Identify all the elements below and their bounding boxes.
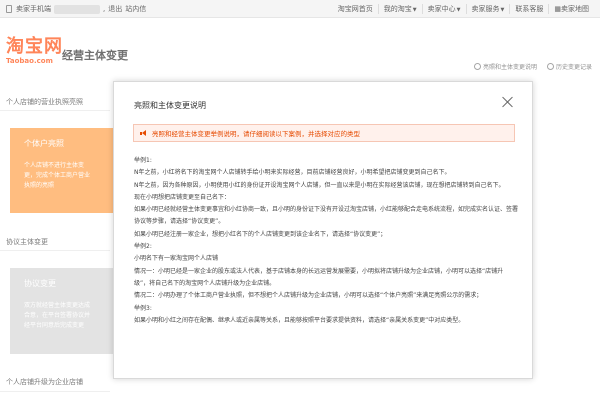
body-line: N年之前，小红将名下的淘宝网个人店铺转手给小明来实际经营，目前店铺经营良好，小明… — [134, 169, 451, 177]
seller-center-link[interactable]: 卖家中心▼ — [421, 4, 466, 14]
chevron-down-icon: ▼ — [500, 7, 505, 13]
dialog-title: 亮照和主体变更说明 — [134, 101, 206, 110]
grid-icon: ▦ — [554, 5, 561, 13]
body-line: 情况二：小明办理了个体工商户营业执照，但不想把个人店铺升级为企业店铺，小明可以选… — [134, 292, 483, 300]
body-line: 协议等步骤，请选择“协议变更”。 — [134, 218, 225, 226]
body-line: 举例1: — [134, 157, 152, 164]
explanation-dialog: 亮照和主体变更说明 亮照和经营主体变更举例说明，请仔细阅读以下案例，并选择对应的… — [113, 81, 533, 379]
body-line: 如果小明和小红之间存在配偶、继承人或近亲属等关系，且能够按照平台要求提供资料，请… — [134, 316, 465, 324]
seller-mobile-link[interactable]: 卖家手机端 — [16, 4, 51, 14]
body-line: 小明名下有一家淘宝网个人店铺 — [134, 255, 219, 263]
body-line: 级”，将自己名下的淘宝网个人店铺升级为企业店铺。 — [134, 279, 276, 287]
speaker-icon — [140, 129, 147, 137]
body-line: 情况一：小明已经是一家企业的股东或法人代表，基于店铺本身的长远运营发展需要，小明… — [134, 267, 504, 275]
dialog-body: 举例1: N年之前，小红将名下的淘宝网个人店铺转手给小明来实际经营，目前店铺经营… — [134, 155, 519, 327]
body-line: 举例3: — [134, 304, 152, 312]
top-nav-bar: 卖家手机端 , 退出 站内信 淘宝网首页 我的淘宝▼ 卖家中心▼ 卖家服务▼ 联… — [0, 0, 600, 18]
chevron-down-icon: ▼ — [456, 7, 461, 13]
body-line: 现在小明想把店铺变更至自己名下： — [134, 193, 231, 201]
phone-icon — [6, 5, 12, 13]
seller-map-link[interactable]: ▦卖家地图 — [548, 4, 594, 14]
messages-link[interactable]: 站内信 — [125, 4, 146, 14]
seller-service-link[interactable]: 卖家服务▼ — [465, 4, 510, 14]
close-icon[interactable] — [502, 96, 514, 108]
my-taobao-link[interactable]: 我的淘宝▼ — [377, 4, 422, 14]
taobao-home-link[interactable]: 淘宝网首页 — [333, 4, 378, 14]
contact-service-link[interactable]: 联系客服 — [509, 4, 548, 14]
body-line: N年之前，因为各种原因，小明使用小红的身份证开设淘宝网个人店铺，但一直以来是小明… — [134, 181, 505, 189]
notice-banner: 亮照和经营主体变更举例说明，请仔细阅读以下案例，并选择对应的类型 — [133, 124, 515, 142]
body-line: 如果小明已经就经营主体变更事宜和小红协商一致，且小明的身份证下没有开设过淘宝店铺… — [134, 206, 519, 214]
username-blurred — [54, 4, 100, 14]
chevron-down-icon: ▼ — [412, 7, 417, 13]
body-line: 如果小明已经注册一家企业，想把小红名下的个人店铺变更到该企业名下，请选择“协议变… — [134, 230, 387, 238]
body-line: 举例2: — [134, 243, 152, 251]
logout-link[interactable]: 退出 — [108, 4, 122, 14]
